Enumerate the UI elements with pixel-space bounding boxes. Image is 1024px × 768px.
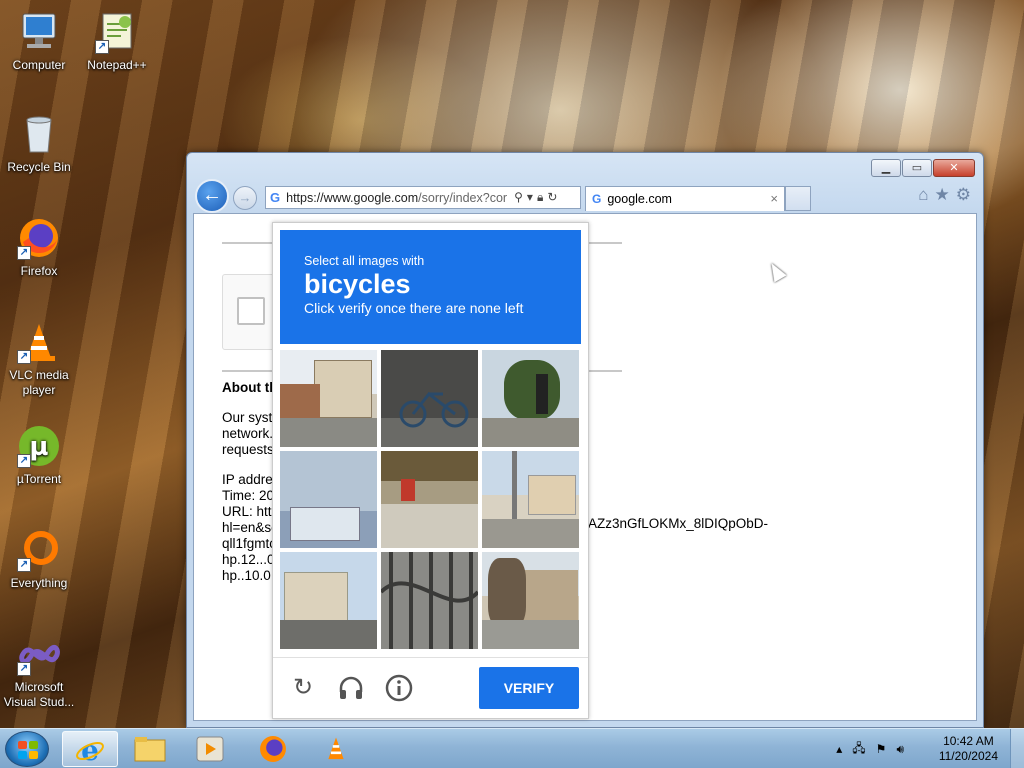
- verify-button[interactable]: VERIFY: [479, 667, 579, 709]
- window-controls: ▁ ▭ ✕: [870, 159, 975, 177]
- taskbar-media-player[interactable]: [182, 731, 238, 767]
- reload-icon[interactable]: ↻: [289, 674, 317, 702]
- settings-gear-icon[interactable]: ⚙: [956, 185, 971, 205]
- firefox-icon: ↗: [17, 216, 61, 260]
- address-url: https://www.google.com/sorry/index?cor: [286, 190, 508, 205]
- refresh-icon[interactable]: ↻: [547, 190, 557, 205]
- taskbar-ie[interactable]: e: [62, 731, 118, 767]
- desktop-icon-label: VLC media player: [9, 368, 69, 397]
- image-tile[interactable]: [381, 451, 478, 548]
- address-actions: ⚲ ▾ 🔒︎ ↻: [514, 190, 561, 205]
- favorites-star-icon[interactable]: ★: [935, 185, 950, 205]
- image-tile[interactable]: [482, 451, 579, 548]
- desktop-icon-notepadpp[interactable]: ↗ Notepad++: [79, 10, 155, 73]
- desktop-icon-everything[interactable]: ↗ Everything: [1, 528, 77, 591]
- new-tab-button[interactable]: [785, 186, 811, 211]
- image-tile[interactable]: [381, 552, 478, 649]
- utorrent-icon: µ ↗: [17, 424, 61, 468]
- image-tile[interactable]: [381, 350, 478, 447]
- action-center-flag-icon[interactable]: ⚑: [876, 742, 887, 756]
- address-bar[interactable]: G https://www.google.com/sorry/index?cor…: [265, 186, 581, 209]
- challenge-footer: ↻ VERIFY: [273, 657, 588, 719]
- navigation-bar: ← → G https://www.google.com/sorry/index…: [193, 179, 977, 213]
- dropdown-icon[interactable]: ▾: [527, 190, 533, 205]
- everything-icon: ↗: [17, 528, 61, 572]
- tab-close-icon[interactable]: ×: [770, 191, 778, 206]
- google-favicon-icon: G: [592, 192, 602, 206]
- volume-icon[interactable]: 🔊︎: [896, 742, 904, 757]
- recaptcha-checkbox[interactable]: [237, 297, 265, 325]
- request-url-tail: AZz3nGfLOKMx_8lDIQpObD-: [588, 516, 769, 531]
- challenge-header: Select all images with bicycles Click ve…: [280, 230, 581, 344]
- page-heading: About th: [222, 380, 278, 395]
- forward-button[interactable]: →: [233, 186, 257, 210]
- clock[interactable]: 10:42 AM 11/20/2024: [939, 734, 998, 764]
- desktop-icon-label: Notepad++: [87, 58, 147, 72]
- desktop-icon-firefox[interactable]: ↗ Firefox: [1, 216, 77, 279]
- vlc-cone-icon: [328, 737, 344, 760]
- visual-studio-icon: ↗: [17, 632, 61, 676]
- windows-logo-icon: [18, 741, 38, 759]
- desktop-icon-computer[interactable]: Computer: [1, 10, 77, 73]
- clock-time: 10:42 AM: [943, 734, 994, 748]
- challenge-target: bicycles: [304, 269, 411, 299]
- recaptcha-challenge: Select all images with bicycles Click ve…: [272, 222, 589, 719]
- request-info: IP addres Time: 20 URL: http hl=en&sc ql…: [222, 472, 280, 583]
- recycle-bin-icon: [17, 112, 61, 156]
- clock-date: 11/20/2024: [938, 749, 998, 763]
- desktop-icon-vlc[interactable]: ↗ VLC media player: [1, 320, 77, 398]
- google-favicon-icon: G: [270, 190, 281, 205]
- desktop-icon-label: Recycle Bin: [7, 160, 71, 174]
- tab-title: google.com: [607, 192, 672, 206]
- media-player-icon: [196, 736, 224, 762]
- image-tile[interactable]: [482, 350, 579, 447]
- lock-icon[interactable]: 🔒︎: [537, 190, 543, 205]
- firefox-icon: [260, 736, 286, 762]
- desktop-icon-label: Firefox: [20, 264, 58, 278]
- vlc-cone-icon: ↗: [17, 320, 61, 364]
- start-button[interactable]: [5, 731, 49, 767]
- info-icon[interactable]: [385, 674, 413, 702]
- image-tile[interactable]: [280, 552, 377, 649]
- computer-icon: [17, 10, 61, 54]
- desktop-icon-label: Microsoft Visual Stud...: [3, 680, 75, 709]
- desktop-icon-utorrent[interactable]: µ ↗ µTorrent: [1, 424, 77, 487]
- image-grid: [280, 350, 581, 651]
- taskbar-firefox[interactable]: [246, 731, 302, 767]
- maximize-button[interactable]: ▭: [902, 159, 932, 177]
- desktop-icon-visual-studio[interactable]: ↗ Microsoft Visual Stud...: [1, 632, 77, 710]
- internet-explorer-icon: e: [76, 735, 104, 765]
- notepadpp-icon: ↗: [95, 10, 139, 54]
- taskbar-vlc[interactable]: [308, 731, 364, 767]
- network-icon[interactable]: 🖧︎: [852, 739, 865, 760]
- challenge-prompt-pre: Select all images with: [304, 254, 425, 268]
- svg-text:µ: µ: [29, 432, 48, 462]
- folder-icon: [134, 737, 166, 762]
- desktop-icon-label: Everything: [10, 576, 68, 590]
- desktop-icon-label: Computer: [12, 58, 66, 72]
- close-button[interactable]: ✕: [933, 159, 975, 177]
- show-hidden-icons-icon[interactable]: ▴: [836, 742, 842, 756]
- home-icon[interactable]: ⌂: [918, 185, 928, 205]
- show-desktop-button[interactable]: [1010, 729, 1024, 768]
- image-tile[interactable]: [280, 451, 377, 548]
- back-button[interactable]: ←: [195, 179, 229, 213]
- image-tile[interactable]: [280, 350, 377, 447]
- taskbar: e ▴ 🖧︎ ⚑ 🔊︎ 10:42 AM 11/20/2024: [0, 728, 1024, 768]
- tab-google[interactable]: G google.com ×: [585, 186, 785, 211]
- svg-text:e: e: [81, 735, 99, 765]
- system-tray: ▴ 🖧︎ ⚑ 🔊︎: [826, 729, 904, 768]
- challenge-prompt-post: Click verify once there are none left: [304, 300, 524, 316]
- toolbar-icons: ⌂ ★ ⚙: [912, 185, 971, 205]
- minimize-button[interactable]: ▁: [871, 159, 901, 177]
- audio-challenge-icon[interactable]: [337, 674, 365, 702]
- search-icon[interactable]: ⚲: [514, 190, 523, 205]
- desktop-icon-recycle-bin[interactable]: Recycle Bin: [1, 112, 77, 175]
- taskbar-explorer[interactable]: [122, 731, 178, 767]
- desktop-icon-label: µTorrent: [16, 472, 62, 486]
- image-tile[interactable]: [482, 552, 579, 649]
